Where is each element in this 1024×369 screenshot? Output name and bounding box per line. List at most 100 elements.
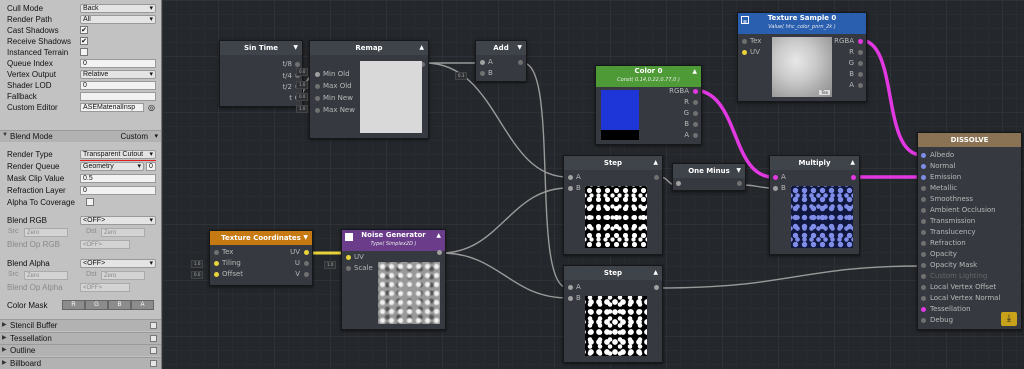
output-pin[interactable] <box>737 181 742 186</box>
node-one-minus[interactable]: One Minus ▼ <box>672 163 746 191</box>
input-pin[interactable] <box>315 72 320 77</box>
output-port-label: Albedo <box>930 151 955 159</box>
node-color-0[interactable]: Color 0 Const( 0.14,0.22,0.77,0 ) ▲ RGBA R… <box>595 65 702 145</box>
node-header[interactable]: Remap ▲ <box>310 41 428 55</box>
texture-preview: Tex <box>772 37 832 97</box>
input-pin[interactable] <box>480 60 485 65</box>
node-header[interactable]: Sin Time ▼ <box>220 41 302 55</box>
input-pin[interactable] <box>921 153 926 158</box>
output-pin[interactable] <box>304 250 309 255</box>
output-pin[interactable] <box>654 175 659 180</box>
save-icon[interactable]: ⤓ <box>1001 312 1017 326</box>
default-value-tag: 1.0 <box>296 81 309 89</box>
output-port-label: Local Vertex Normal <box>930 294 1001 302</box>
input-pin[interactable] <box>921 164 926 169</box>
input-pin[interactable] <box>921 307 926 312</box>
output-pin[interactable] <box>304 272 309 277</box>
input-pin[interactable] <box>568 296 573 301</box>
node-header[interactable]: Noise Generator Type( Simplex2D ) ▲ <box>342 230 445 251</box>
node-header[interactable]: Multiply ▲ <box>770 156 859 170</box>
input-pin[interactable] <box>346 255 351 260</box>
input-pin[interactable] <box>315 96 320 101</box>
output-pin[interactable] <box>858 39 863 44</box>
input-pin[interactable] <box>921 274 926 279</box>
input-pin[interactable] <box>773 186 778 191</box>
node-header[interactable]: One Minus ▼ <box>673 164 745 178</box>
input-pin[interactable] <box>921 252 926 257</box>
node-remap[interactable]: Remap ▲ Min Old Max Old Min New Max New <box>309 40 429 139</box>
output-pin[interactable] <box>518 60 523 65</box>
node-header[interactable]: Add ▼ <box>476 41 526 55</box>
input-pin[interactable] <box>921 285 926 290</box>
input-pin[interactable] <box>921 186 926 191</box>
output-pin[interactable] <box>693 122 698 127</box>
collapse-arrow-icon[interactable]: ▼ <box>303 231 308 245</box>
output-port-label: Debug <box>930 316 954 324</box>
node-noise-generator[interactable]: Noise Generator Type( Simplex2D ) ▲ UV Sca… <box>341 229 446 330</box>
input-pin[interactable] <box>676 181 681 186</box>
output-pin[interactable] <box>654 285 659 290</box>
input-pin[interactable] <box>921 296 926 301</box>
input-pin[interactable] <box>773 175 778 180</box>
collapse-arrow-icon[interactable]: ▼ <box>736 164 741 178</box>
node-header[interactable]: ≡ Texture Sample 0 Value( hhc_color_pnrn_2… <box>738 13 866 34</box>
output-port-label: Transmission <box>930 217 976 225</box>
collapse-arrow-icon[interactable]: ▲ <box>653 156 658 170</box>
collapse-arrow-icon[interactable]: ▼ <box>517 41 522 55</box>
output-pin[interactable] <box>858 50 863 55</box>
input-pin[interactable] <box>568 175 573 180</box>
node-header[interactable]: Texture Coordinates ▼ <box>210 231 312 245</box>
input-pin[interactable] <box>921 263 926 268</box>
input-pin[interactable] <box>921 208 926 213</box>
input-pin[interactable] <box>568 186 573 191</box>
collapse-arrow-icon[interactable]: ▲ <box>850 156 855 170</box>
collapse-arrow-icon[interactable]: ▼ <box>293 41 298 55</box>
input-pin[interactable] <box>480 71 485 76</box>
output-pin[interactable] <box>437 250 442 255</box>
output-pin[interactable] <box>693 133 698 138</box>
output-port-label: Translucency <box>930 228 976 236</box>
collapse-arrow-icon[interactable]: ▲ <box>692 66 697 77</box>
collapse-arrow-icon[interactable]: ▲ <box>419 41 424 55</box>
node-step-2[interactable]: Step ▲ A B <box>563 265 663 363</box>
node-texture-coordinates[interactable]: Texture Coordinates ▼ Tex Tiling Offset U… <box>209 230 313 286</box>
output-pin[interactable] <box>693 89 698 94</box>
input-pin[interactable] <box>921 241 926 246</box>
node-multiply[interactable]: Multiply ▲ A B <box>769 155 860 255</box>
input-pin[interactable] <box>214 250 219 255</box>
node-header[interactable]: Step ▲ <box>564 156 662 170</box>
output-pin[interactable] <box>858 61 863 66</box>
input-pin[interactable] <box>346 266 351 271</box>
output-pin[interactable] <box>693 111 698 116</box>
default-value-tag: 0.0 <box>191 271 204 279</box>
input-pin[interactable] <box>921 219 926 224</box>
node-header[interactable]: Color 0 Const( 0.14,0.22,0.77,0 ) ▲ <box>596 66 701 87</box>
input-pin[interactable] <box>214 272 219 277</box>
collapse-arrow-icon[interactable]: ▲ <box>653 266 658 280</box>
output-pin[interactable] <box>851 175 856 180</box>
node-header[interactable]: Step ▲ <box>564 266 662 280</box>
output-pin[interactable] <box>304 261 309 266</box>
node-sin-time[interactable]: Sin Time ▼ t/8 t/4 t/2 t <box>219 40 303 107</box>
node-header[interactable]: DISSOLVE <box>918 133 1021 147</box>
input-pin[interactable] <box>921 197 926 202</box>
input-pin[interactable] <box>921 230 926 235</box>
input-pin[interactable] <box>921 318 926 323</box>
input-pin[interactable] <box>921 175 926 180</box>
output-pin[interactable] <box>693 100 698 105</box>
node-texture-sample-0[interactable]: ≡ Texture Sample 0 Value( hhc_color_pnrn_2… <box>737 12 867 102</box>
input-pin[interactable] <box>214 261 219 266</box>
output-pin[interactable] <box>858 72 863 77</box>
output-port-label: Tessellation <box>930 305 971 313</box>
input-pin[interactable] <box>742 50 747 55</box>
input-pin[interactable] <box>315 84 320 89</box>
input-pin[interactable] <box>742 39 747 44</box>
collapse-arrow-icon[interactable]: ▲ <box>436 230 441 241</box>
output-pin[interactable] <box>858 83 863 88</box>
output-pin[interactable] <box>295 62 300 67</box>
input-pin[interactable] <box>315 108 320 113</box>
input-pin[interactable] <box>568 285 573 290</box>
node-dissolve-output[interactable]: DISSOLVE Albedo Normal Emission Metallic Smo… <box>917 132 1022 330</box>
node-add[interactable]: Add ▼ A B <box>475 40 527 82</box>
node-step-1[interactable]: Step ▲ A B <box>563 155 663 255</box>
